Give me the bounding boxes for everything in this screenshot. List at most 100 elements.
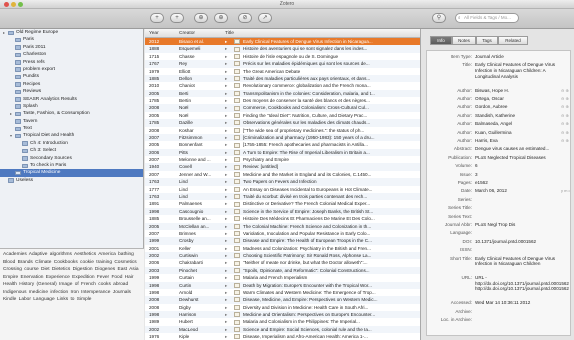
expand-arrow-icon[interactable]: ▸ [225, 311, 231, 318]
item-row[interactable]: 1999 Curtain ▸ Malaria and French Imperiali… [145, 274, 420, 281]
collection-item[interactable]: Tropical Medicine [0, 169, 143, 177]
expand-arrow-icon[interactable]: ▸ [225, 289, 231, 296]
expand-arrow-icon[interactable]: ▸ [225, 90, 231, 97]
expand-arrow-icon[interactable]: ▸ [225, 208, 231, 215]
expand-arrow-icon[interactable]: ▸ [225, 134, 231, 141]
field-value[interactable]: 10.1371/journal.pntd.0001562 [475, 239, 559, 245]
collection-item[interactable]: SEASR Analytics Results [0, 96, 143, 103]
column-title[interactable]: Title [225, 31, 234, 36]
field-controls[interactable]: ⊖ ⊕ [561, 113, 569, 119]
tab-related[interactable]: Related [498, 36, 528, 45]
tab-notes[interactable]: Notes [452, 36, 476, 45]
expand-arrow-icon[interactable]: ▸ [225, 53, 231, 60]
expand-arrow-icon[interactable]: ▸ [225, 259, 231, 266]
item-row[interactable]: 1998 Harrison ▸ Medicine and Orientalism: P… [145, 311, 420, 319]
collection-item[interactable]: Splash [0, 103, 143, 110]
collection-item[interactable]: ▸ Taste, Fashion, & Consumption [0, 110, 143, 117]
expand-arrow-icon[interactable]: ▸ [225, 274, 231, 281]
expand-arrow-icon[interactable]: ▸ [225, 193, 231, 200]
expand-arrow-icon[interactable]: ▸ [225, 267, 231, 274]
item-row[interactable]: 2001 Keller ▸ Madness and Colonization: Psy… [145, 245, 420, 252]
item-row[interactable]: 1767 Rey ▸ Précis sur les maladies épidémiq… [145, 60, 420, 68]
add-link-button[interactable]: ⊕ [214, 13, 228, 23]
expand-arrow-icon[interactable]: ▸ [225, 60, 231, 67]
field-controls[interactable]: ⊖ ⊕ [561, 96, 569, 102]
item-row[interactable]: 2003 Pinochet ▸ "Spoils, Opinionate, and Re… [145, 266, 420, 275]
field-value[interactable]: Gordon, Aubree [475, 104, 559, 110]
expand-arrow-icon[interactable]: ▸ [225, 282, 231, 289]
item-row[interactable]: 2007 Jenner and W... ▸ Medicine and the Mar… [145, 171, 420, 178]
item-row[interactable]: 2005 Berti ▸ Transmpolitanism in the coloni… [145, 89, 420, 98]
field-value[interactable]: 3 [475, 172, 559, 178]
collection-item[interactable]: Ch 4: Introduction [0, 140, 143, 147]
field-controls[interactable]: ⊖ ⊕ [561, 138, 569, 144]
disclosure-triangle-icon[interactable]: ▸ [3, 29, 5, 36]
tab-info[interactable]: Info [430, 36, 452, 45]
tag-cloud[interactable]: Academies Adaptive algorithms Aesthetics… [3, 251, 141, 304]
collection-item[interactable]: Paris 2011 [0, 44, 143, 51]
add-attachment-button[interactable]: ⊕ [194, 13, 208, 23]
item-row[interactable]: 1891 Palmaenes ▸ Distinctive or Derivative?… [145, 200, 420, 207]
expand-arrow-icon[interactable]: ▸ [225, 75, 231, 82]
expand-arrow-icon[interactable]: ▸ [225, 237, 231, 244]
expand-arrow-icon[interactable]: ▸ [225, 112, 231, 119]
field-value[interactable]: Harris, Eva [475, 138, 559, 144]
item-row[interactable]: 1785 Dazille ▸ Observations générales sur l… [145, 119, 420, 127]
collection-item[interactable]: Pundits [0, 73, 143, 80]
new-item-button[interactable]: + [150, 13, 164, 23]
item-row[interactable]: 2008 Koshar ▸ ["The wide sea of proprietary… [145, 127, 420, 134]
field-value[interactable]: PLoS Negl Trop Dis [475, 222, 559, 228]
remove-button[interactable]: ⊘ [238, 13, 252, 23]
collection-item[interactable]: Recipes [0, 81, 143, 88]
collection-item[interactable]: Paris [0, 36, 143, 43]
expand-arrow-icon[interactable]: ▸ [225, 127, 231, 134]
expand-arrow-icon[interactable]: ▸ [225, 333, 231, 340]
open-item-button[interactable]: ↗ [258, 13, 272, 23]
collection-item[interactable]: Charleston [0, 51, 143, 58]
item-row[interactable]: 1999 Crosby ▸ Disease and Empire: The Healt… [145, 237, 420, 245]
field-value[interactable]: PLoS Neglected Tropical Diseases [475, 155, 559, 161]
expand-arrow-icon[interactable]: ▸ [225, 45, 231, 52]
field-value[interactable]: Standish, Katherine [475, 113, 559, 119]
expand-arrow-icon[interactable]: ▸ [225, 82, 231, 89]
expand-arrow-icon[interactable]: ▸ [225, 104, 231, 111]
field-controls[interactable]: ⊖ ⊕ [561, 104, 569, 110]
collection-item[interactable]: To check in Paris [0, 162, 143, 169]
field-value[interactable]: 6 [475, 163, 559, 169]
expand-arrow-icon[interactable]: ▸ [225, 156, 231, 163]
item-row[interactable]: 1885 Dellon ▸ Traité des maladies particuli… [145, 74, 420, 83]
expand-arrow-icon[interactable]: ▸ [225, 296, 231, 303]
item-row[interactable]: 2008 Digby ▸ Diversity and Division in Medi… [145, 304, 420, 311]
collection-item[interactable]: Text [0, 125, 143, 132]
expand-arrow-icon[interactable]: ▸ [225, 68, 231, 75]
item-row[interactable]: 1998 Curtin ▸ Death by Migration: Europe's … [145, 281, 420, 289]
locate-button[interactable]: ⚲ [432, 13, 446, 23]
item-row[interactable]: 1976 Kiple ▸ Disease, Imperialism and Afro-… [145, 333, 420, 340]
field-value[interactable]: Early Clinical Features of Dengue Virus … [475, 256, 559, 267]
expand-arrow-icon[interactable]: ▸ [225, 141, 231, 148]
field-value[interactable]: e1562 [475, 180, 559, 186]
search-input[interactable]: ⌕ All Fields & Tags / Mo... [455, 13, 519, 23]
item-row[interactable]: 2002 Curtiswin ▸ Choosing Scientific Patrim… [145, 252, 420, 260]
item-row[interactable]: 2012 Bisaxo et al. ▸ Early Clinical Feature… [145, 38, 420, 46]
item-row[interactable]: 1763 Lind ▸ Traité du scorbut: divisé en tr… [145, 192, 420, 201]
expand-arrow-icon[interactable]: ▸ [225, 252, 231, 259]
field-value[interactable]: Balmaseda, Angel [475, 121, 559, 127]
field-controls[interactable]: ⊖ ⊕ [561, 121, 569, 127]
expand-arrow-icon[interactable]: ▸ [225, 223, 231, 230]
collection-item[interactable]: Tavern [0, 118, 143, 125]
expand-arrow-icon[interactable]: ▸ [225, 97, 231, 104]
item-row[interactable]: 2005 Noël ▸ Finding the "Ideal Diet": Nutri… [145, 112, 420, 119]
expand-arrow-icon[interactable]: ▸ [225, 318, 231, 325]
item-row[interactable]: 1998 Cascougnio ▸ Science in the Service of… [145, 207, 420, 216]
item-row[interactable]: 1989 Hubert ▸ Malaria and Colonialism in th… [145, 318, 420, 325]
field-controls[interactable]: ⊖ ⊕ [561, 130, 569, 136]
item-row[interactable]: 1885 Brousselle an... ▸ Histoire Des Médeci… [145, 215, 420, 222]
field-controls[interactable]: y m d [561, 188, 570, 194]
expand-arrow-icon[interactable]: ▸ [225, 163, 231, 170]
disclosure-triangle-icon[interactable]: ▸ [10, 110, 12, 117]
expand-arrow-icon[interactable]: ▸ [225, 178, 231, 185]
item-row[interactable]: 1777 Lind ▸ An Essay on Diseases Incidental… [145, 186, 420, 193]
item-row[interactable]: 1715 Chasse ▸ Histoire de l'isle espagnole … [145, 53, 420, 60]
field-value[interactable]: URL - http://dx.doi.org/10.1371/journal.… [475, 275, 569, 292]
